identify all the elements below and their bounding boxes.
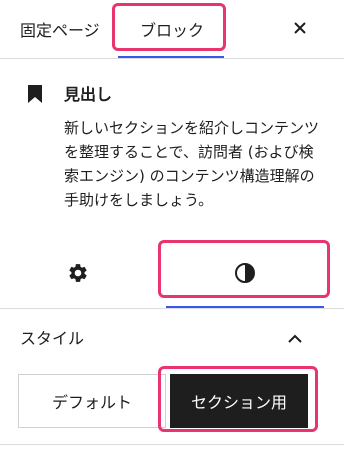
- style-option-section[interactable]: セクション用: [170, 374, 308, 428]
- tab-settings[interactable]: [48, 252, 108, 298]
- tab-styles[interactable]: [166, 252, 324, 298]
- tab-page[interactable]: 固定ページ: [20, 0, 100, 58]
- block-title: 見出し: [64, 85, 113, 104]
- contrast-icon: [234, 262, 256, 288]
- chevron-up-icon[interactable]: [284, 328, 306, 350]
- tab-block[interactable]: ブロック: [140, 0, 204, 58]
- divider: [0, 308, 344, 309]
- divider: [0, 444, 344, 445]
- style-section-title: スタイル: [20, 329, 85, 348]
- gear-icon: [67, 262, 89, 288]
- sidebar-tabs: 固定ページ ブロック: [0, 0, 344, 60]
- style-option-default[interactable]: デフォルト: [18, 374, 166, 428]
- block-description: 新しいセクションを紹介しコンテンツを整理することで、訪問者 (および検索エンジン…: [64, 119, 320, 209]
- bookmark-icon: [26, 84, 44, 104]
- divider: [0, 58, 344, 59]
- close-icon[interactable]: [288, 16, 312, 40]
